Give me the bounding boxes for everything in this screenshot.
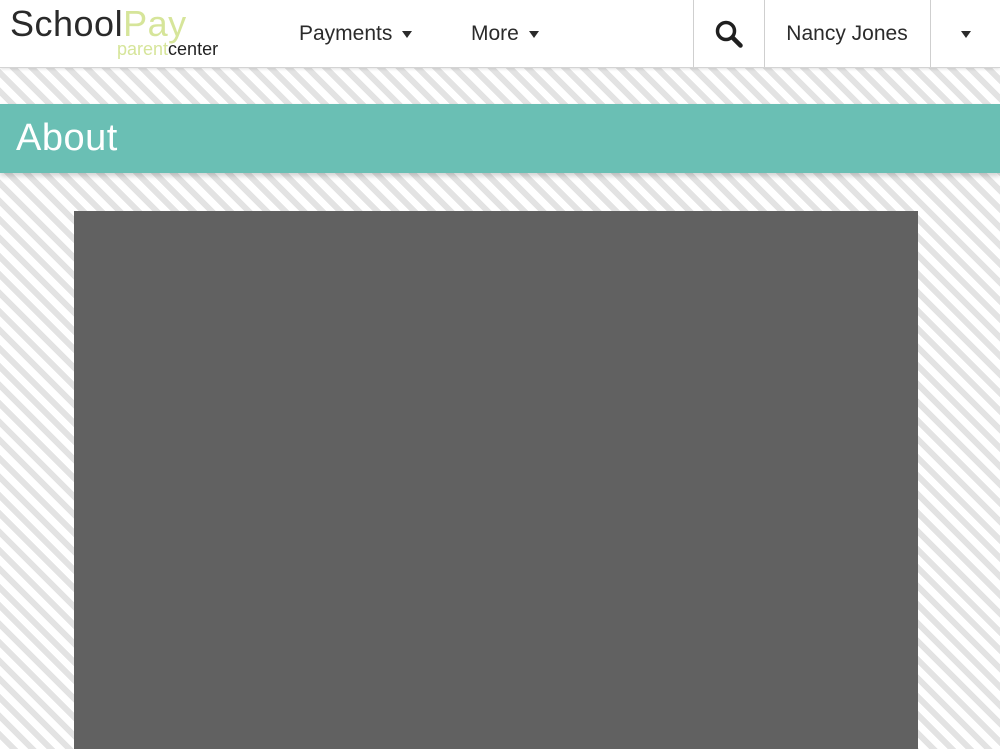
user-account-name[interactable]: Nancy Jones	[764, 0, 931, 67]
search-button[interactable]	[693, 0, 765, 67]
page-title: About	[16, 117, 118, 159]
logo-parent-text: parent	[117, 39, 169, 59]
page-header-banner: About	[0, 104, 1000, 173]
user-menu-toggle[interactable]	[931, 0, 1000, 67]
logo-wordmark: SchoolPay	[10, 4, 187, 44]
schoolpay-logo[interactable]: SchoolPay parentcenter	[10, 4, 240, 62]
search-icon	[715, 20, 743, 48]
nav-more-label: More	[471, 21, 519, 45]
logo-pay-text: Pay	[123, 3, 187, 44]
caret-down-icon	[528, 31, 539, 38]
top-navigation-bar: SchoolPay parentcenter Payments More Nan…	[0, 0, 1000, 68]
logo-center-text: center	[168, 39, 219, 59]
content-panel	[74, 211, 918, 749]
nav-payments-label: Payments	[299, 21, 393, 45]
logo-school-text: School	[10, 3, 124, 44]
caret-down-icon	[402, 31, 413, 38]
nav-more-menu[interactable]: More	[471, 0, 539, 67]
caret-down-icon	[960, 31, 971, 38]
user-name-label: Nancy Jones	[786, 21, 908, 45]
logo-subtitle: parentcenter	[117, 39, 218, 59]
nav-payments-menu[interactable]: Payments	[299, 0, 413, 67]
